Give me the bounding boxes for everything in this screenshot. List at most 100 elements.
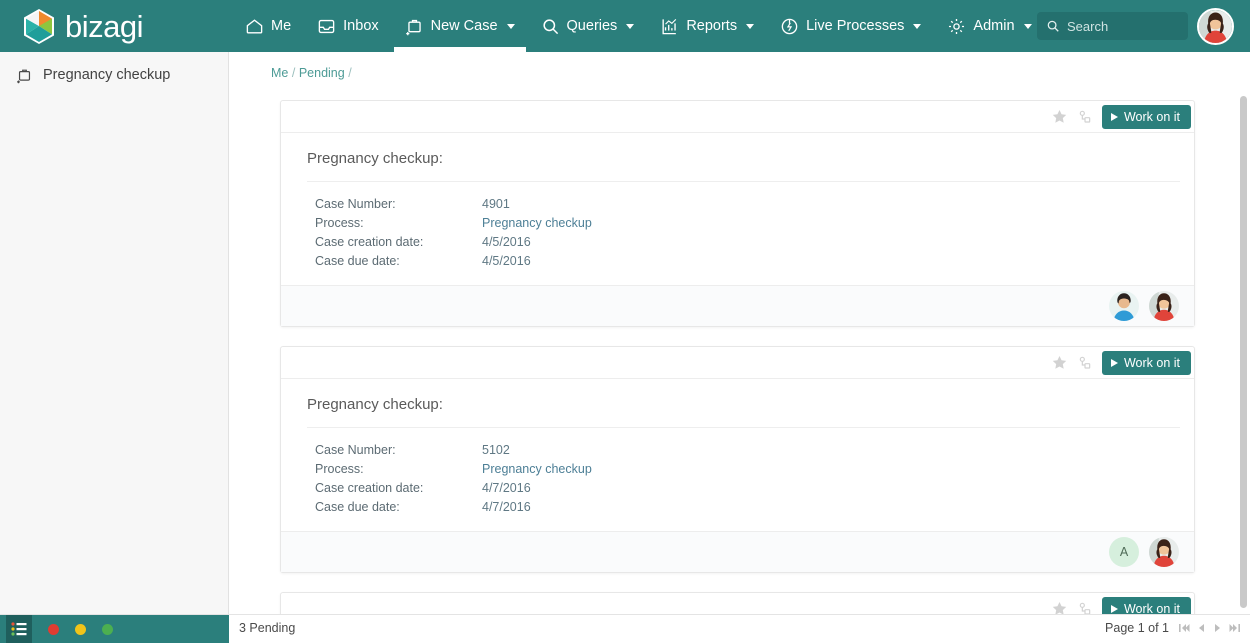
- nav-item-inbox-label: Inbox: [343, 18, 379, 34]
- nav-item-me-label: Me: [271, 18, 292, 34]
- nav-item-new-case[interactable]: New Case: [392, 0, 528, 52]
- field-value: 4/5/2016: [482, 254, 531, 268]
- nav-item-inbox[interactable]: Inbox: [304, 0, 391, 52]
- field-value: 4/7/2016: [482, 481, 531, 495]
- card-participants: A: [281, 531, 1194, 572]
- star-icon[interactable]: [1051, 108, 1068, 125]
- field-label: Case Number:: [315, 443, 396, 457]
- work-on-it-button[interactable]: Work on it: [1101, 350, 1191, 375]
- status-bar: 3 Pending Page 1 of 1: [0, 614, 1250, 643]
- avatar-image: [1199, 10, 1232, 43]
- participant-avatar-initial[interactable]: A: [1109, 537, 1139, 567]
- field-row: Case due date: 4/7/2016: [307, 498, 1180, 517]
- status-dot-red[interactable]: [48, 623, 59, 635]
- top-navigation-bar: bizagi Me Inbox New Case Queries Reports…: [0, 0, 1250, 52]
- avatar-image: [1109, 291, 1139, 321]
- field-label: Process:: [315, 216, 364, 230]
- nav-item-queries[interactable]: Queries: [528, 0, 648, 52]
- star-icon[interactable]: [1051, 600, 1068, 614]
- field-label: Case due date:: [315, 254, 400, 268]
- participant-avatar[interactable]: [1149, 537, 1179, 567]
- card-title: Pregnancy checkup:: [307, 396, 443, 413]
- reports-icon: [662, 18, 677, 34]
- case-card[interactable]: Work on it Pregnancy checkup: Case Numbe…: [280, 592, 1195, 614]
- status-bar-left: [0, 615, 229, 643]
- page-indicator: Page 1 of 1: [1105, 621, 1169, 635]
- status-dot-yellow[interactable]: [75, 623, 86, 635]
- pagination: Page 1 of 1: [1105, 621, 1241, 635]
- play-icon: [1110, 112, 1118, 121]
- live-processes-icon: [781, 18, 798, 34]
- case-card[interactable]: Work on it Pregnancy checkup: Case Numbe…: [280, 100, 1195, 327]
- related-cases-icon[interactable]: [1077, 601, 1093, 615]
- card-participants: [281, 285, 1194, 326]
- next-page-icon[interactable]: [1213, 622, 1222, 634]
- field-row: Case due date: 4/5/2016: [307, 252, 1180, 271]
- chevron-down-icon: [626, 23, 635, 29]
- breadcrumb-separator: /: [348, 66, 352, 80]
- chevron-down-icon: [506, 23, 515, 29]
- brand-name: bizagi: [65, 8, 144, 44]
- play-icon: [1110, 604, 1118, 613]
- work-on-it-label: Work on it: [1123, 355, 1180, 370]
- nav-item-live-processes-label: Live Processes: [806, 18, 905, 34]
- work-on-it-label: Work on it: [1123, 601, 1180, 615]
- sidebar: Pregnancy checkup: [0, 52, 229, 614]
- related-cases-icon[interactable]: [1077, 109, 1093, 125]
- field-label: Case creation date:: [315, 235, 424, 249]
- field-value: 4/7/2016: [482, 500, 531, 514]
- status-dot-green[interactable]: [102, 623, 113, 635]
- gear-icon: [949, 18, 965, 34]
- field-value-process-link[interactable]: Pregnancy checkup: [482, 460, 592, 479]
- list-menu-glyph: [11, 622, 27, 636]
- card-fields: Case Number: 4901 Process: Pregnancy che…: [307, 181, 1180, 271]
- brand-logo[interactable]: bizagi: [0, 8, 232, 45]
- participant-avatar[interactable]: [1109, 291, 1139, 321]
- user-avatar[interactable]: [1197, 8, 1234, 45]
- breadcrumb-item-pending[interactable]: Pending: [299, 66, 345, 80]
- breadcrumb-item-me[interactable]: Me: [271, 66, 288, 80]
- chevron-down-icon: [1023, 23, 1032, 29]
- vertical-scrollbar[interactable]: [1240, 96, 1247, 608]
- work-on-it-button[interactable]: Work on it: [1101, 104, 1191, 129]
- pagination-arrows: [1178, 622, 1241, 634]
- search-icon: [542, 18, 558, 34]
- bizagi-hex-icon: [24, 8, 54, 44]
- first-page-icon[interactable]: [1178, 622, 1190, 634]
- field-row: Case Number: 5102: [307, 441, 1180, 460]
- nav-item-queries-label: Queries: [566, 18, 618, 34]
- field-row: Case creation date: 4/5/2016: [307, 233, 1180, 252]
- nav-item-live-processes[interactable]: Live Processes: [767, 0, 934, 52]
- nav-item-admin[interactable]: Admin: [934, 0, 1044, 52]
- participant-avatar[interactable]: [1149, 291, 1179, 321]
- last-page-icon[interactable]: [1229, 622, 1241, 634]
- sidebar-item-pregnancy-checkup[interactable]: Pregnancy checkup: [0, 52, 228, 98]
- card-toolbar: Work on it: [281, 101, 1194, 133]
- star-icon[interactable]: [1051, 354, 1068, 371]
- list-menu-icon[interactable]: [6, 615, 32, 643]
- field-value: 4901: [482, 197, 510, 211]
- chevron-down-icon: [913, 23, 922, 29]
- card-body: Pregnancy checkup: Case Number: 4901 Pro…: [281, 133, 1194, 285]
- field-value: 5102: [482, 443, 510, 457]
- breadcrumb: Me / Pending /: [230, 52, 1250, 80]
- nav-item-new-case-label: New Case: [430, 18, 498, 34]
- new-case-icon: [17, 69, 31, 83]
- inbox-icon: [318, 19, 335, 33]
- related-cases-icon[interactable]: [1077, 355, 1093, 371]
- nav-item-reports[interactable]: Reports: [647, 0, 767, 52]
- field-value-process-link[interactable]: Pregnancy checkup: [482, 214, 592, 233]
- prev-page-icon[interactable]: [1197, 622, 1206, 634]
- search-input[interactable]: Search: [1037, 12, 1188, 40]
- field-row: Process: Pregnancy checkup: [307, 214, 1180, 233]
- work-on-it-button[interactable]: Work on it: [1101, 596, 1191, 615]
- nav-item-me[interactable]: Me: [232, 0, 304, 52]
- case-card[interactable]: Work on it Pregnancy checkup: Case Numbe…: [280, 346, 1195, 573]
- card-toolbar: Work on it: [281, 347, 1194, 379]
- primary-nav: Me Inbox New Case Queries Reports Live P…: [232, 0, 1045, 52]
- case-card-list: Work on it Pregnancy checkup: Case Numbe…: [230, 100, 1250, 614]
- card-body: Pregnancy checkup: Case Number: 5102 Pro…: [281, 379, 1194, 531]
- pending-count: 3 Pending: [239, 621, 296, 635]
- field-row: Process: Pregnancy checkup: [307, 460, 1180, 479]
- avatar-image: [1149, 291, 1179, 321]
